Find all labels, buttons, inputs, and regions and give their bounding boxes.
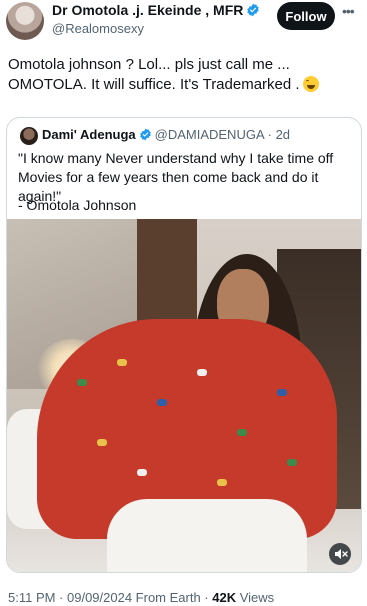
tweet-header: Dr Omotola .j. Ekeinde , MFR @Realomosex…: [0, 0, 367, 44]
video-blanket: [107, 499, 307, 572]
tweet-timestamp[interactable]: 5:11 PM · 09/09/2024 From Earth ·: [8, 590, 212, 605]
follow-button[interactable]: Follow: [277, 2, 335, 30]
pattern-dot: [277, 389, 287, 396]
quoted-author-handle: @DAMIADENUGA: [154, 127, 265, 142]
tweet-meta: 5:11 PM · 09/09/2024 From Earth · 42K Vi…: [8, 590, 274, 605]
author-handle[interactable]: @Realomosexy: [52, 21, 144, 36]
quoted-time: · 2d: [267, 127, 291, 142]
pattern-dot: [157, 399, 167, 406]
pattern-dot: [217, 479, 227, 486]
views-count: 42K: [212, 590, 237, 605]
author-name[interactable]: Dr Omotola .j. Ekeinde , MFR: [52, 2, 243, 18]
tweet-body: Omotola johnson ? Lol... pls just call m…: [8, 56, 300, 93]
pattern-dot: [137, 469, 147, 476]
tweet-text: Omotola johnson ? Lol... pls just call m…: [8, 55, 360, 95]
author-avatar[interactable]: [6, 2, 44, 40]
views-label: Views: [236, 590, 275, 605]
pattern-dot: [117, 359, 127, 366]
pattern-dot: [287, 459, 297, 466]
quoted-author-row: Dami' Adenuga @DAMIADENUGA · 2d: [42, 127, 290, 142]
verified-badge-icon: [247, 3, 260, 17]
pattern-dot: [77, 379, 87, 386]
quoted-author-name: Dami' Adenuga: [42, 127, 136, 142]
speaker-muted-glyph-icon: [335, 549, 348, 559]
quoted-verified-badge-icon: [139, 128, 151, 141]
pattern-dot: [197, 369, 207, 376]
quoted-signature: - Omotola Johnson: [18, 197, 137, 213]
speaker-muted-icon[interactable]: [329, 543, 351, 565]
grinning-sweat-emoji-icon: [302, 76, 319, 92]
quoted-tweet-card[interactable]: Dami' Adenuga @DAMIADENUGA · 2d "I know ma…: [6, 117, 362, 573]
quoted-video[interactable]: [7, 219, 361, 572]
author-name-row[interactable]: Dr Omotola .j. Ekeinde , MFR: [52, 2, 260, 18]
pattern-dot: [97, 439, 107, 446]
ellipsis-icon[interactable]: •••: [342, 4, 358, 18]
quoted-author-avatar: [20, 127, 38, 145]
pattern-dot: [237, 429, 247, 436]
